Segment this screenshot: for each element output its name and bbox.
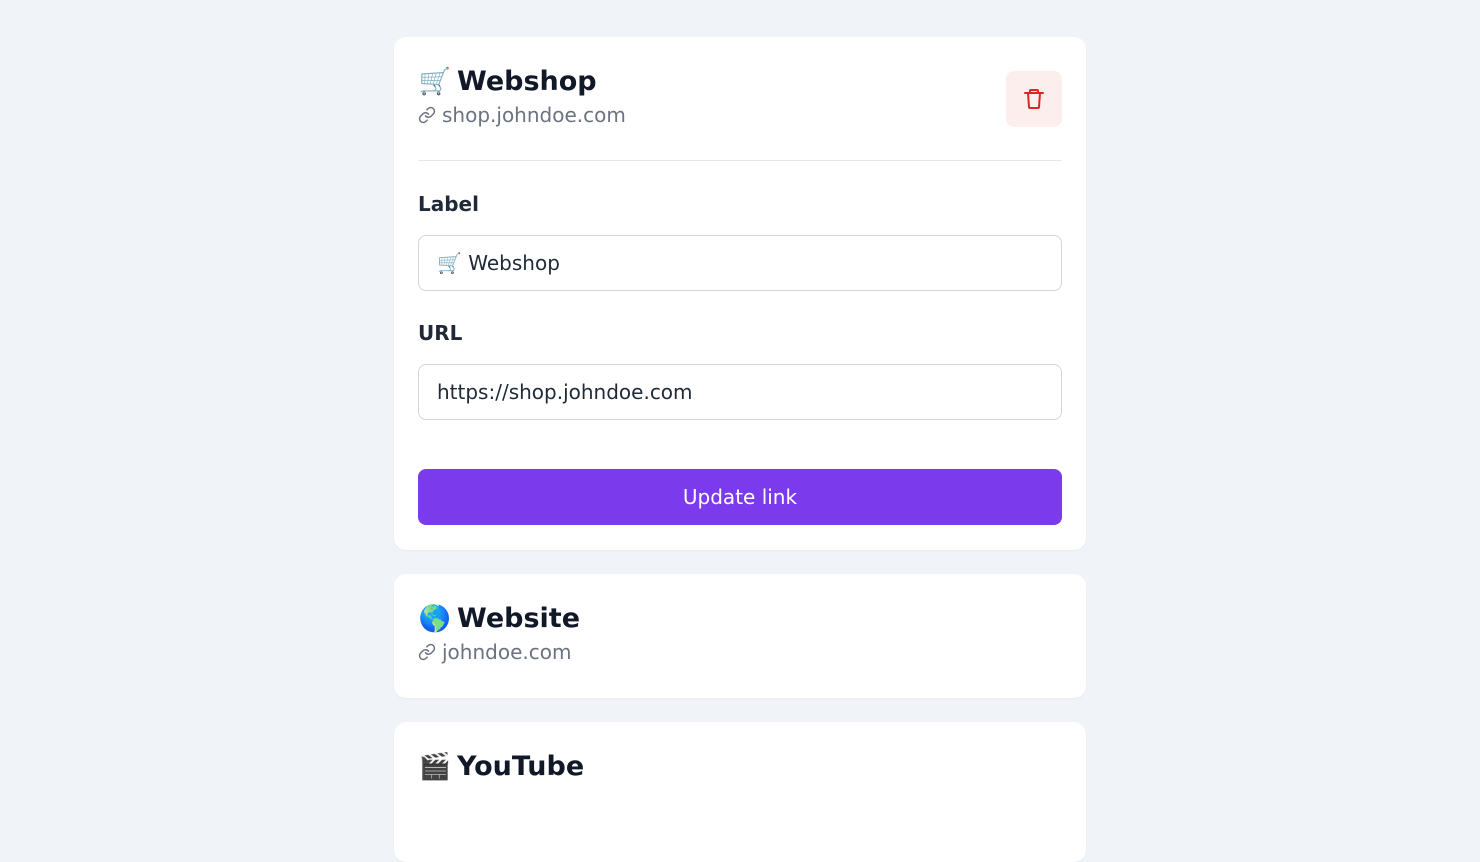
divider xyxy=(418,160,1062,161)
link-title: 🎬 YouTube xyxy=(418,750,584,784)
link-url-text: johndoe.com xyxy=(442,640,572,664)
link-url: johndoe.com xyxy=(418,639,580,665)
link-title-text: YouTube xyxy=(457,751,585,782)
link-title: 🌎 Website xyxy=(418,602,580,636)
link-card-header: 🎬 YouTube xyxy=(418,750,584,784)
globe-emoji-icon: 🌎 xyxy=(418,604,452,634)
link-icon xyxy=(418,106,436,124)
link-card-webshop: 🛒 Webshop shop.johndoe.com Label URL Upd… xyxy=(394,37,1086,550)
delete-link-button[interactable] xyxy=(1006,71,1062,127)
trash-icon xyxy=(1024,89,1044,109)
link-card-youtube[interactable]: 🎬 YouTube xyxy=(394,722,1086,862)
link-title-text: Website xyxy=(457,603,581,634)
link-card-header: 🛒 Webshop shop.johndoe.com xyxy=(418,65,626,128)
link-url: shop.johndoe.com xyxy=(418,102,626,128)
link-card-website[interactable]: 🌎 Website johndoe.com xyxy=(394,574,1086,698)
link-title-text: Webshop xyxy=(457,66,597,97)
cart-emoji-icon: 🛒 xyxy=(418,67,452,97)
link-card-header: 🌎 Website johndoe.com xyxy=(418,602,580,665)
link-title: 🛒 Webshop xyxy=(418,65,626,99)
link-icon xyxy=(418,643,436,661)
url-input[interactable] xyxy=(418,364,1062,420)
label-input[interactable] xyxy=(418,235,1062,291)
link-url-text: shop.johndoe.com xyxy=(442,103,626,127)
clapper-emoji-icon: 🎬 xyxy=(418,752,452,782)
url-field-label: URL xyxy=(418,321,463,345)
update-link-button[interactable]: Update link xyxy=(418,469,1062,525)
label-field-label: Label xyxy=(418,192,479,216)
